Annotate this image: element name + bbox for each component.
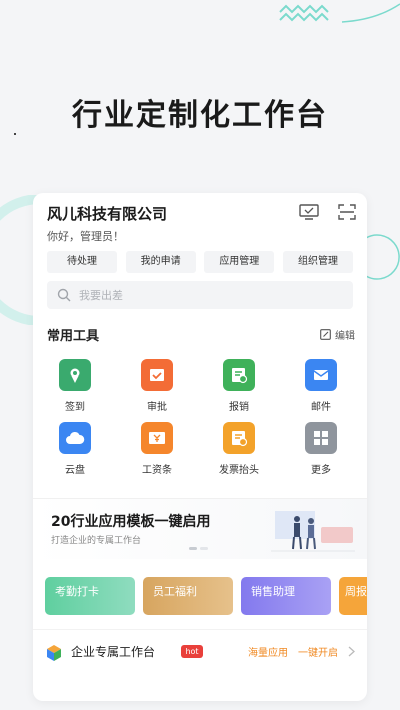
tool-label: 邮件 bbox=[311, 402, 331, 413]
tools-section-title: 常用工具 bbox=[47, 329, 100, 344]
feature-card-label: 考勤打卡 bbox=[55, 585, 99, 598]
location-pin-icon bbox=[59, 359, 91, 391]
footer-title: 企业专属工作台 bbox=[71, 645, 156, 659]
tool-checkin[interactable]: 签到 bbox=[45, 359, 105, 413]
feature-card-label: 周报 bbox=[345, 585, 367, 598]
tool-label: 云盘 bbox=[65, 465, 85, 476]
cloud-icon bbox=[59, 422, 91, 454]
tool-label: 签到 bbox=[65, 402, 85, 413]
footer-links: 海量应用 一键开启 bbox=[248, 644, 355, 659]
hot-badge: hot bbox=[181, 645, 203, 658]
mail-icon bbox=[305, 359, 337, 391]
edit-button[interactable]: 编辑 bbox=[320, 327, 355, 342]
tool-reimburse[interactable]: 报销 bbox=[209, 359, 269, 413]
monitor-icon[interactable] bbox=[299, 203, 319, 221]
link-massive-apps[interactable]: 海量应用 bbox=[248, 644, 288, 659]
tab-app-management[interactable]: 应用管理 bbox=[204, 251, 275, 273]
carousel-dot bbox=[200, 547, 208, 550]
tool-approval[interactable]: 审批 bbox=[127, 359, 187, 413]
company-name: 风儿科技有限公司 bbox=[47, 205, 168, 223]
feature-card-weekly[interactable]: 周报 bbox=[339, 577, 367, 615]
hero-title: 行业定制化工作台 bbox=[72, 98, 328, 133]
tool-label: 工资条 bbox=[142, 465, 172, 476]
banner-title: 20行业应用模板一键启用 bbox=[51, 514, 211, 530]
tab-my-requests[interactable]: 我的申请 bbox=[125, 251, 196, 273]
payslip-icon bbox=[141, 422, 173, 454]
tool-label: 审批 bbox=[147, 402, 167, 413]
search-placeholder: 我要出差 bbox=[79, 289, 123, 302]
feature-card-benefits[interactable]: 员工福利 bbox=[143, 577, 233, 615]
scan-icon[interactable] bbox=[337, 203, 357, 221]
banner-subtitle: 打造企业的专属工作台 bbox=[51, 536, 142, 546]
tab-org-management[interactable]: 组织管理 bbox=[282, 251, 353, 273]
tool-payslip[interactable]: 工资条 bbox=[127, 422, 187, 476]
chevron-right-icon bbox=[348, 646, 355, 657]
search-icon bbox=[57, 288, 71, 302]
feature-card-sales[interactable]: 销售助理 bbox=[241, 577, 331, 615]
tool-label: 更多 bbox=[311, 465, 331, 476]
edit-label: 编辑 bbox=[335, 331, 355, 342]
greeting-text: 你好，管理员！ bbox=[47, 230, 124, 243]
quick-tabs: 待处理 我的申请 应用管理 组织管理 bbox=[47, 251, 353, 273]
ring-decoration-right bbox=[366, 234, 400, 280]
approval-icon bbox=[141, 359, 173, 391]
link-one-click-enable[interactable]: 一键开启 bbox=[298, 644, 338, 659]
carousel-dots bbox=[189, 547, 208, 550]
meeting-illustration bbox=[271, 511, 355, 552]
search-bar[interactable]: 我要出差 bbox=[47, 281, 353, 309]
grid-icon bbox=[305, 422, 337, 454]
invoice-icon bbox=[223, 422, 255, 454]
workbench-footer[interactable]: 企业专属工作台 hot 海量应用 一键开启 bbox=[33, 629, 367, 674]
tool-mail[interactable]: 邮件 bbox=[291, 359, 351, 413]
wave-decoration bbox=[279, 3, 400, 23]
tab-pending[interactable]: 待处理 bbox=[47, 251, 117, 273]
reimburse-icon bbox=[223, 359, 255, 391]
template-banner[interactable]: 20行业应用模板一键启用 打造企业的专属工作台 bbox=[33, 498, 367, 559]
feature-card-label: 员工福利 bbox=[153, 585, 197, 598]
feature-card-attendance[interactable]: 考勤打卡 bbox=[45, 577, 135, 615]
feature-cards: 考勤打卡 员工福利 销售助理 周报 bbox=[45, 577, 367, 615]
workbench-card: 风儿科技有限公司 你好，管理员！ 待处理 我的申请 应用管理 组织管理 我要出差… bbox=[33, 193, 367, 701]
tool-invoice[interactable]: 发票抬头 bbox=[209, 422, 269, 476]
carousel-dot-active bbox=[189, 547, 197, 550]
tool-label: 报销 bbox=[229, 402, 249, 413]
edit-icon bbox=[320, 329, 331, 340]
feature-card-label: 销售助理 bbox=[251, 585, 295, 598]
cube-icon bbox=[47, 645, 61, 661]
tool-more[interactable]: 更多 bbox=[291, 422, 351, 476]
tool-cloud-drive[interactable]: 云盘 bbox=[45, 422, 105, 476]
tool-label: 发票抬头 bbox=[219, 465, 259, 476]
